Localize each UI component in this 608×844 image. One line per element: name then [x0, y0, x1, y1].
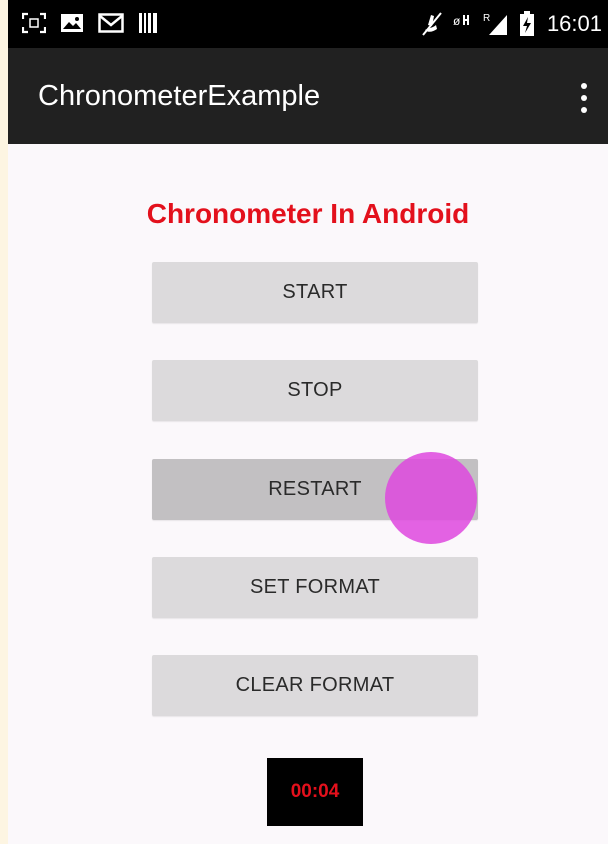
barcode-icon: [139, 13, 157, 33]
video-frame-border: [0, 0, 8, 844]
start-button[interactable]: START: [152, 262, 478, 323]
stop-button[interactable]: STOP: [152, 360, 478, 421]
picture-icon: [61, 14, 83, 32]
mute-icon: [422, 12, 442, 36]
main-content: Chronometer In Android START STOP RESTAR…: [8, 144, 608, 844]
wifi-icon: ø: [453, 14, 469, 28]
page-heading: Chronometer In Android: [146, 198, 470, 229]
status-bar-notifications: [22, 12, 158, 34]
phone-screen: ø R 16:01 ChronometerExample Chronometer…: [8, 0, 608, 844]
chronometer-display: 00:04: [267, 758, 363, 826]
status-bar: ø R 16:01: [8, 0, 608, 48]
status-bar-system: ø R 16:01: [421, 10, 602, 38]
more-vertical-icon[interactable]: [574, 78, 594, 118]
action-bar: ChronometerExample: [8, 48, 608, 144]
clear-format-button[interactable]: CLEAR FORMAT: [152, 655, 478, 716]
signal-icon: R: [483, 13, 507, 35]
battery-icon: [519, 11, 534, 36]
app-title: ChronometerExample: [38, 80, 321, 112]
svg-text:ø: ø: [453, 14, 461, 28]
touch-indicator: [385, 452, 477, 544]
svg-text:R: R: [483, 13, 490, 24]
screenshot-icon: [22, 12, 46, 34]
set-format-button[interactable]: SET FORMAT: [152, 557, 478, 618]
status-bar-time: 16:01: [546, 11, 602, 36]
gmail-icon: [98, 13, 124, 33]
